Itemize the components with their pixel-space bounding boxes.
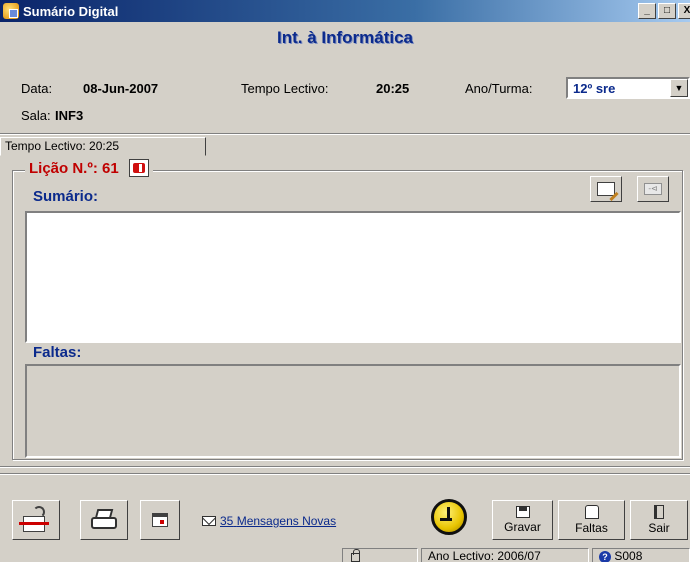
sala-value: INF3 bbox=[55, 108, 84, 123]
title-bar[interactable]: Sumário Digital _ □ X bbox=[0, 0, 690, 22]
network-icon bbox=[19, 506, 53, 534]
red-book-icon[interactable] bbox=[128, 159, 149, 177]
messages-link[interactable]: 35 Mensagens Novas bbox=[220, 514, 336, 528]
tempo-value: 20:25 bbox=[376, 81, 410, 96]
summary-textarea[interactable] bbox=[25, 211, 681, 343]
floppy-icon bbox=[515, 506, 530, 518]
footer-separator bbox=[0, 466, 690, 468]
save-button[interactable]: Gravar bbox=[492, 500, 553, 540]
tab-tempo-lectivo[interactable]: Tempo Lectivo: 20:25 bbox=[0, 137, 206, 156]
status-lock bbox=[342, 548, 418, 562]
status-year: Ano Lectivo: 2006/07 bbox=[421, 548, 589, 562]
sala-label: Sala: bbox=[21, 108, 51, 123]
summary-label: Sumário: bbox=[33, 188, 99, 205]
absences-label: Faltas: bbox=[33, 344, 82, 361]
date-value: 08-Jun-2007 bbox=[83, 81, 159, 96]
messages-count: 35 bbox=[220, 514, 234, 528]
chevron-down-icon[interactable]: ▼ bbox=[670, 79, 688, 97]
door-icon bbox=[654, 505, 664, 519]
faltas-label: Faltas bbox=[575, 521, 608, 535]
exit-doc-icon: -⊲ bbox=[644, 183, 662, 195]
clip-icon bbox=[584, 505, 599, 519]
messages-text: Mensagens Novas bbox=[236, 514, 337, 528]
date-label: Data: bbox=[21, 81, 53, 96]
window-controls: _ □ X bbox=[638, 3, 690, 19]
faltas-button[interactable]: Faltas bbox=[558, 500, 625, 540]
network-button[interactable] bbox=[12, 500, 60, 540]
turma-select-value: 12º sre bbox=[573, 80, 616, 96]
exit-button[interactable]: Sair bbox=[630, 500, 688, 540]
turma-label: Ano/Turma: bbox=[465, 81, 533, 96]
printer-icon bbox=[89, 507, 119, 533]
maximize-button[interactable]: □ bbox=[658, 3, 676, 19]
course-title: Int. à Informática bbox=[276, 28, 414, 47]
edit-icon bbox=[597, 182, 615, 196]
header-separator bbox=[0, 133, 690, 135]
clock-icon[interactable] bbox=[431, 499, 467, 535]
lesson-header: Lição N.º: 61 bbox=[25, 159, 153, 177]
exit-label: Sair bbox=[648, 521, 670, 535]
close-button[interactable]: X bbox=[678, 3, 690, 19]
status-user: ? S008 bbox=[592, 548, 690, 562]
print-button[interactable] bbox=[80, 500, 128, 540]
save-label: Gravar bbox=[504, 520, 541, 534]
calendar-icon bbox=[152, 513, 168, 527]
tempo-label: Tempo Lectivo: bbox=[241, 81, 329, 96]
calendar-button[interactable] bbox=[140, 500, 180, 540]
help-icon: ? bbox=[599, 550, 611, 562]
turma-select[interactable]: 12º sre ▼ bbox=[566, 77, 690, 99]
window-title: Sumário Digital bbox=[23, 3, 119, 19]
minimize-button[interactable]: _ bbox=[638, 3, 656, 19]
lesson-number: Lição N.º: 61 bbox=[29, 159, 119, 177]
lock-icon bbox=[351, 549, 360, 562]
absences-box[interactable] bbox=[25, 364, 681, 458]
status-user-code: S008 bbox=[614, 549, 643, 562]
footer-separator-2 bbox=[0, 473, 690, 475]
exit-doc-button[interactable]: -⊲ bbox=[637, 176, 669, 202]
app-icon bbox=[3, 3, 19, 19]
mail-icon bbox=[202, 516, 216, 526]
edit-summary-button[interactable] bbox=[590, 176, 622, 202]
